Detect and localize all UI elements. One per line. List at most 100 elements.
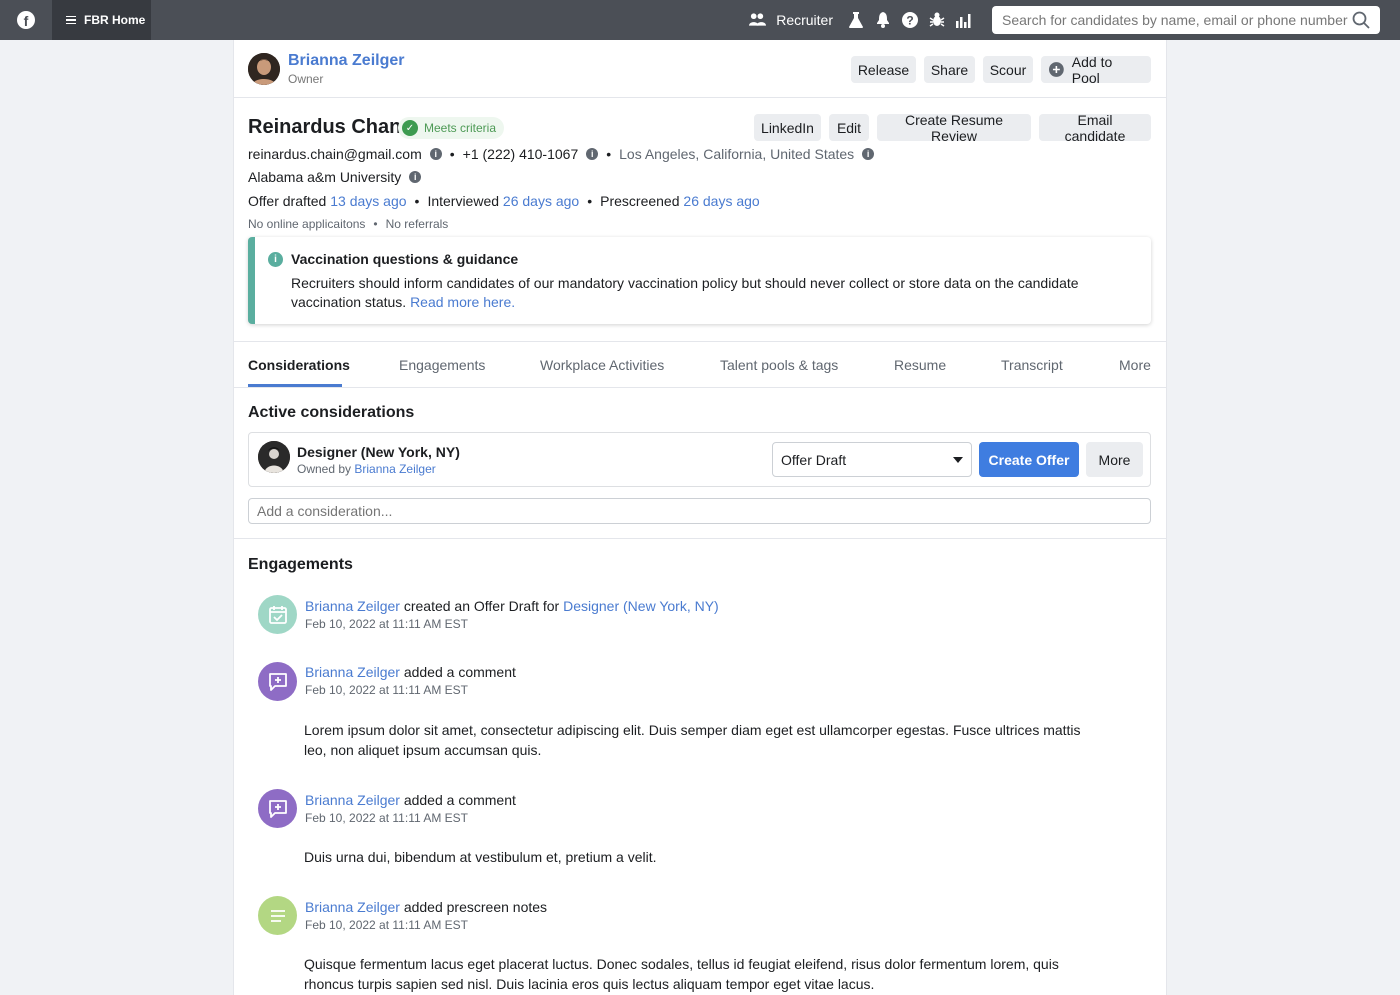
candidate-search-box[interactable]: [992, 6, 1380, 34]
release-button[interactable]: Release: [851, 56, 916, 83]
tab-engagements[interactable]: Engagements: [399, 357, 485, 373]
add-consideration-input[interactable]: [248, 498, 1151, 524]
tab-more[interactable]: More: [1119, 357, 1151, 373]
recruiter-people-icon[interactable]: [749, 12, 767, 29]
bug-icon[interactable]: [928, 12, 945, 29]
contact-line: reinardus.chain@gmail.com i • +1 (222) 4…: [248, 146, 882, 162]
engagement-headline: Brianna Zeilger added prescreen notes: [305, 899, 547, 915]
consideration-owner: Owned by Brianna Zeilger: [297, 462, 436, 476]
share-button[interactable]: Share: [924, 56, 975, 83]
vaccination-notice: i Vaccination questions & guidance Recru…: [248, 237, 1151, 324]
add-to-pool-button[interactable]: Add to Pool: [1041, 53, 1151, 86]
meets-criteria-badge: ✓ Meets criteria: [398, 117, 505, 139]
owner-name-link[interactable]: Brianna Zeilger: [288, 52, 404, 70]
phone-info-icon[interactable]: i: [586, 148, 599, 160]
prescreened-label: Prescreened: [600, 193, 680, 209]
candidate-phone[interactable]: +1 (222) 410-1067: [463, 146, 579, 162]
flask-icon[interactable]: [847, 12, 864, 29]
candidate-location: Los Angeles, California, United States: [619, 146, 855, 162]
offer-drafted-label: Offer drafted: [248, 193, 327, 209]
consideration-status-value: Offer Draft: [781, 451, 847, 468]
tab-resume[interactable]: Resume: [894, 357, 946, 373]
owner-role: Owner: [288, 72, 324, 86]
search-icon[interactable]: [1352, 11, 1370, 29]
read-more-link[interactable]: Read more here.: [410, 294, 515, 310]
engagement-actor-link[interactable]: Brianna Zeilger: [305, 792, 400, 808]
scour-button[interactable]: Scour: [983, 56, 1033, 83]
engagement-notes-body: Quisque fermentum lacus eget placerat lu…: [304, 956, 1059, 992]
fbr-home-button[interactable]: FBR Home: [52, 0, 151, 40]
engagement-target-link[interactable]: Designer (New York, NY): [563, 598, 719, 614]
engagements-title: Engagements: [248, 556, 353, 573]
meets-criteria-label: Meets criteria: [424, 121, 497, 135]
engagement-headline: Brianna Zeilger created an Offer Draft f…: [305, 598, 719, 614]
profile-tabs: Considerations Engagements Workplace Act…: [234, 341, 1166, 388]
active-considerations-title: Active considerations: [248, 404, 415, 421]
consideration-title[interactable]: Designer (New York, NY): [297, 444, 460, 460]
applications-line: No online applicaitons • No referrals: [248, 217, 449, 231]
offer-drafted-date[interactable]: 13 days ago: [330, 193, 406, 209]
consideration-card: Designer (New York, NY) Owned by Brianna…: [248, 432, 1151, 487]
consideration-more-button[interactable]: More: [1086, 442, 1143, 477]
tab-considerations[interactable]: Considerations: [248, 357, 350, 373]
engagement-actor-link[interactable]: Brianna Zeilger: [305, 598, 400, 614]
engagement-actor-link[interactable]: Brianna Zeilger: [305, 664, 400, 680]
info-icon: i: [268, 252, 283, 267]
edit-button[interactable]: Edit: [829, 114, 869, 141]
check-circle-icon: ✓: [402, 120, 418, 136]
svg-text:?: ?: [906, 14, 913, 28]
top-bar: f FBR Home Recruiter ?: [0, 0, 1400, 40]
create-offer-button[interactable]: Create Offer: [979, 442, 1079, 477]
notice-title: Vaccination questions & guidance: [291, 251, 519, 267]
location-info-icon[interactable]: i: [862, 148, 875, 160]
notice-body: Recruiters should inform candidates of o…: [291, 274, 1111, 312]
engagement-comment-body: Duis urna dui, bibendum at vestibulum et…: [304, 849, 657, 865]
bell-icon[interactable]: [874, 12, 891, 29]
candidate-school: Alabama a&m University: [248, 169, 402, 185]
engagement-actor-link[interactable]: Brianna Zeilger: [305, 899, 400, 915]
engagement-timestamp: Feb 10, 2022 at 11:11 AM EST: [305, 617, 468, 631]
engagement-timestamp: Feb 10, 2022 at 11:11 AM EST: [305, 918, 468, 932]
consideration-avatar: [258, 441, 290, 473]
interviewed-label: Interviewed: [427, 193, 500, 209]
caret-down-icon: [953, 456, 963, 463]
plus-circle-icon: [1049, 62, 1064, 77]
comment-add-icon: [258, 662, 297, 701]
analytics-bars-icon[interactable]: [955, 12, 972, 29]
interviewed-date[interactable]: 26 days ago: [503, 193, 579, 209]
help-icon[interactable]: ?: [901, 12, 918, 29]
email-candidate-button[interactable]: Email candidate: [1039, 112, 1151, 144]
engagement-headline: Brianna Zeilger added a comment: [305, 792, 516, 808]
email-info-icon[interactable]: i: [429, 148, 442, 160]
tab-workplace-activities[interactable]: Workplace Activities: [540, 357, 664, 373]
engagement-action: added a comment: [403, 792, 516, 808]
notes-icon: [258, 896, 297, 935]
candidate-search-input[interactable]: [1002, 12, 1352, 28]
candidate-profile-panel: Brianna Zeilger Owner Release Share Scou…: [233, 40, 1167, 995]
active-tab-indicator: [248, 384, 342, 387]
engagement-comment-body: Lorem ipsum dolor sit amet, consectetur …: [304, 722, 1081, 758]
fbr-home-label: FBR Home: [84, 13, 146, 27]
candidate-email[interactable]: reinardus.chain@gmail.com: [248, 146, 422, 162]
candidate-name: Reinardus Chan: [248, 116, 402, 138]
consideration-status-select[interactable]: Offer Draft: [772, 442, 972, 477]
create-resume-review-button[interactable]: Create Resume Review: [877, 112, 1031, 144]
owner-row: Brianna Zeilger Owner Release Share Scou…: [234, 40, 1166, 98]
section-divider: [234, 538, 1166, 539]
engagement-action: added prescreen notes: [403, 899, 548, 915]
facebook-logo-icon[interactable]: f: [0, 0, 52, 40]
school-info-icon[interactable]: i: [409, 171, 422, 183]
engagement-timestamp: Feb 10, 2022 at 11:11 AM EST: [305, 683, 468, 697]
owner-avatar[interactable]: [248, 53, 280, 85]
add-to-pool-label: Add to Pool: [1071, 53, 1113, 86]
menu-icon: [66, 15, 76, 25]
tab-transcript[interactable]: Transcript: [1001, 357, 1063, 373]
engagement-timestamp: Feb 10, 2022 at 11:11 AM EST: [305, 811, 468, 825]
tab-talent-pools-tags[interactable]: Talent pools & tags: [720, 357, 838, 373]
prescreened-date[interactable]: 26 days ago: [683, 193, 759, 209]
consideration-owner-link[interactable]: Brianna Zeilger: [354, 462, 435, 476]
calendar-check-icon: [258, 595, 297, 634]
linkedin-button[interactable]: LinkedIn: [754, 114, 821, 141]
recruiter-label[interactable]: Recruiter: [776, 12, 833, 28]
owned-by-label: Owned by: [297, 462, 352, 476]
